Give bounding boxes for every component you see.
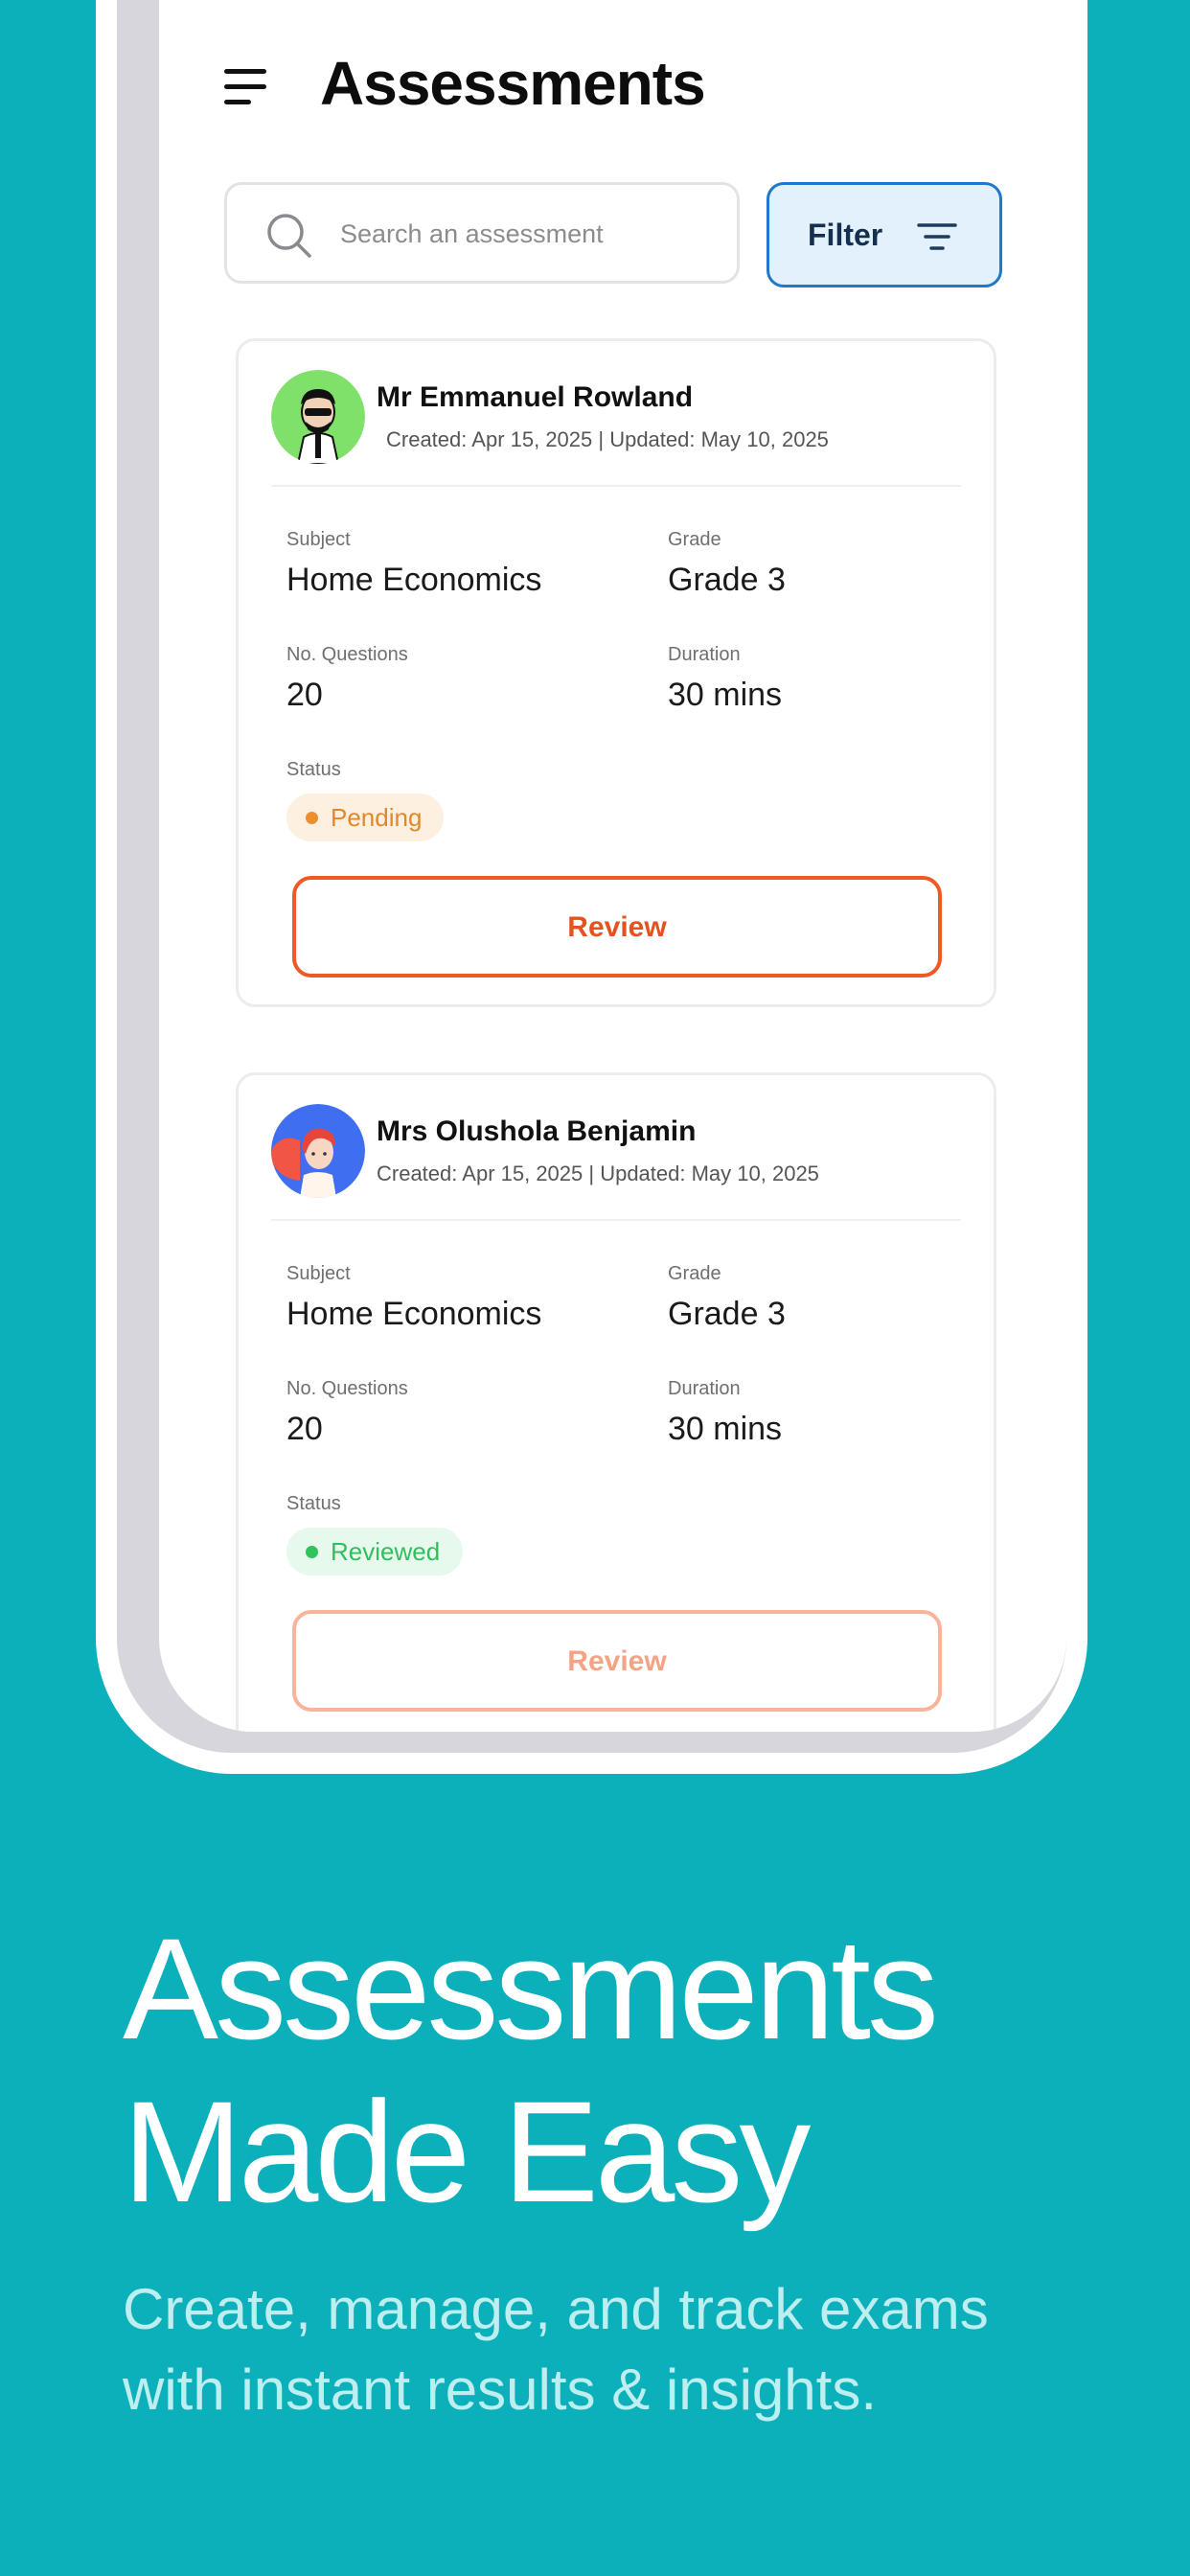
status-dot-icon	[306, 812, 318, 824]
search-box[interactable]	[224, 182, 740, 284]
subject-label: Subject	[286, 529, 351, 550]
teacher-name: Mrs Olushola Benjamin	[377, 1116, 697, 1147]
hamburger-menu-icon[interactable]	[224, 69, 270, 105]
questions-label: No. Questions	[286, 644, 408, 665]
questions-value: 20	[286, 677, 323, 713]
search-icon	[265, 212, 313, 264]
filter-button[interactable]: Filter	[767, 182, 1002, 288]
search-input[interactable]	[338, 185, 725, 283]
review-button[interactable]: Review	[292, 1610, 942, 1712]
review-button[interactable]: Review	[292, 876, 942, 978]
questions-value: 20	[286, 1411, 323, 1447]
status-badge: Reviewed	[286, 1528, 463, 1576]
grade-value: Grade 3	[668, 562, 786, 598]
teacher-name: Mr Emmanuel Rowland	[377, 381, 694, 413]
grade-label: Grade	[668, 1263, 721, 1284]
filter-lines-icon	[917, 221, 957, 257]
status-text: Pending	[331, 803, 423, 832]
card-dates: Created: Apr 15, 2025 | Updated: May 10,…	[377, 1162, 819, 1185]
divider	[271, 485, 961, 487]
duration-label: Duration	[668, 644, 741, 665]
assessment-card: Mr Emmanuel Rowland Created: Apr 15, 202…	[236, 338, 996, 1007]
avatar	[271, 1104, 365, 1198]
marketing-headline: Assessments Made Easy	[123, 1907, 1081, 2233]
status-badge: Pending	[286, 794, 444, 841]
subject-value: Home Economics	[286, 1296, 542, 1332]
duration-value: 30 mins	[668, 677, 783, 713]
duration-label: Duration	[668, 1378, 741, 1399]
status-text: Reviewed	[331, 1537, 441, 1566]
questions-label: No. Questions	[286, 1378, 408, 1399]
phone-bezel: Assessments Filter	[117, 0, 1066, 1753]
card-dates: Created: Apr 15, 2025 | Updated: May 10,…	[386, 427, 829, 451]
grade-label: Grade	[668, 529, 721, 550]
headline-line-1: Assessments	[123, 1908, 939, 2069]
grade-value: Grade 3	[668, 1296, 786, 1332]
status-label: Status	[286, 1493, 341, 1514]
filter-label: Filter	[808, 218, 883, 252]
subject-value: Home Economics	[286, 562, 542, 598]
divider	[271, 1219, 961, 1221]
duration-value: 30 mins	[668, 1411, 783, 1447]
status-dot-icon	[306, 1546, 318, 1558]
app-screen: Assessments Filter	[159, 0, 1066, 1732]
subline-line-1: Create, manage, and track exams	[123, 2277, 989, 2341]
subject-label: Subject	[286, 1263, 351, 1284]
status-label: Status	[286, 759, 341, 780]
headline-line-2: Made Easy	[123, 2071, 811, 2232]
marketing-subline: Create, manage, and track exams with ins…	[123, 2269, 1138, 2430]
page-title: Assessments	[320, 49, 706, 118]
avatar	[271, 370, 365, 464]
phone-mockup: Assessments Filter	[96, 0, 1087, 1774]
assessment-card: Mrs Olushola Benjamin Created: Apr 15, 2…	[236, 1072, 996, 1732]
subline-line-2: with instant results & insights.	[123, 2358, 878, 2422]
